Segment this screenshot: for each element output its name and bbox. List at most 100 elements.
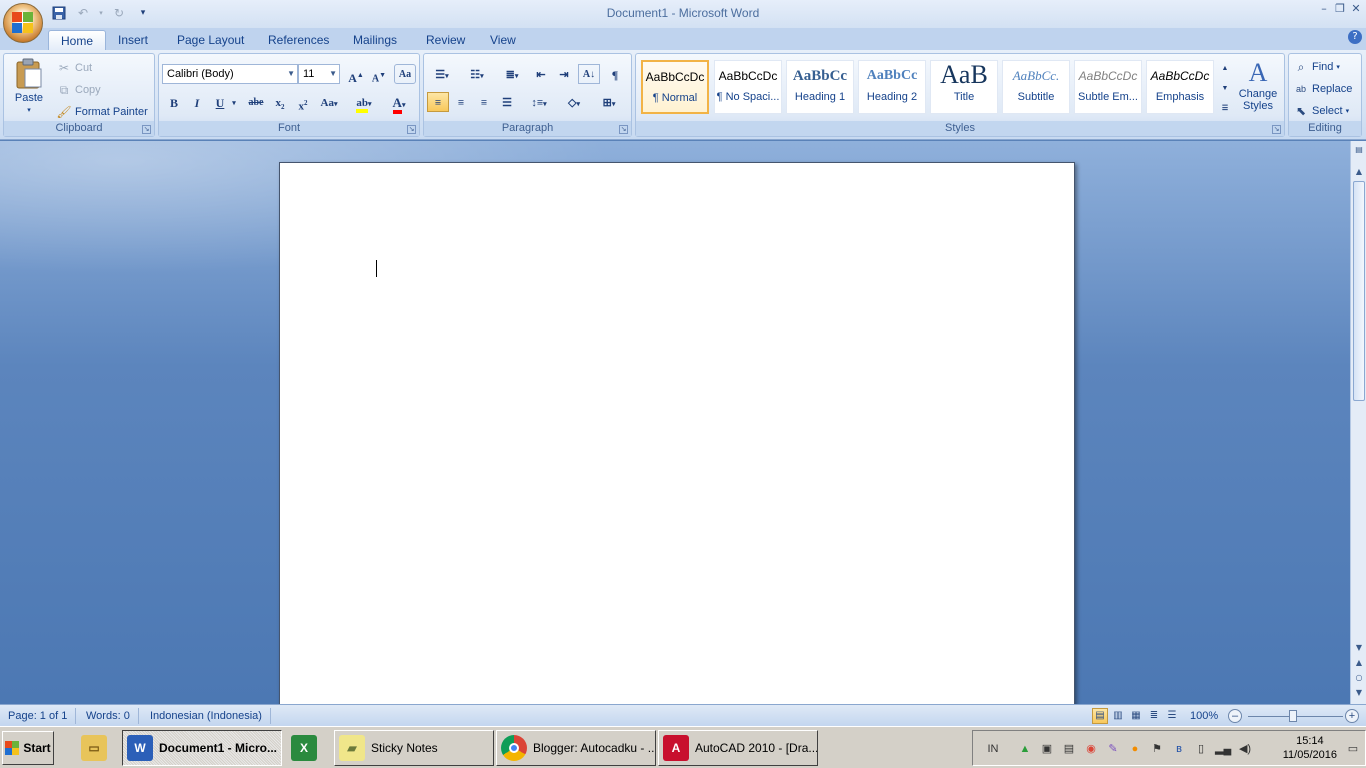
full-screen-reading-icon[interactable]: ▥ — [1110, 708, 1126, 724]
print-layout-icon[interactable]: ▤ — [1092, 708, 1108, 724]
power-icon[interactable]: ▯ — [1193, 741, 1209, 757]
align-right-icon[interactable]: ≡ — [473, 92, 495, 112]
style-heading-2[interactable]: AaBbCc Heading 2 — [858, 60, 926, 114]
paragraph-launcher-icon[interactable]: ↘ — [619, 125, 628, 134]
avast-icon[interactable]: ● — [1127, 741, 1143, 757]
tab-home[interactable]: Home — [48, 30, 107, 50]
tab-insert[interactable]: Insert — [106, 30, 160, 50]
style-normal[interactable]: AaBbCcDc ¶ Normal — [641, 60, 709, 114]
bluetooth-icon[interactable]: ʙ — [1171, 741, 1187, 757]
sort-icon[interactable]: A↓ — [578, 64, 600, 84]
select-browse-object-icon[interactable]: ○ — [1351, 671, 1366, 685]
chrome-tray-icon[interactable]: ◉ — [1083, 741, 1099, 757]
change-styles-button[interactable]: A Change Styles — [1235, 58, 1281, 112]
style-heading-1[interactable]: AaBbCc Heading 1 — [786, 60, 854, 114]
word-count[interactable]: Words: 0 — [86, 708, 139, 724]
clear-formatting-icon[interactable]: Aa — [394, 64, 416, 84]
quicklaunch-excel[interactable]: X — [286, 730, 326, 766]
show-desktop-icon[interactable]: ▭ — [1345, 741, 1361, 757]
tab-review[interactable]: Review — [414, 30, 477, 50]
next-page-icon[interactable]: ▼ — [1351, 686, 1366, 700]
align-center-icon[interactable]: ≡ — [450, 92, 472, 112]
find-button[interactable]: ⌕ Find ▾ — [1293, 59, 1340, 75]
draft-icon[interactable]: ☰ — [1164, 708, 1180, 724]
flag-icon[interactable]: ⚑ — [1149, 741, 1165, 757]
app-tray-icon[interactable]: ✎ — [1105, 741, 1121, 757]
tab-view[interactable]: View — [478, 30, 528, 50]
style-emphasis[interactable]: AaBbCcDc Emphasis — [1146, 60, 1214, 114]
restore-icon[interactable]: ❐ — [1332, 2, 1348, 16]
italic-icon[interactable]: I — [186, 92, 208, 112]
styles-scroll-up-icon[interactable]: ▲ — [1218, 58, 1232, 76]
start-button[interactable]: Start — [2, 731, 54, 765]
clipboard-launcher-icon[interactable]: ↘ — [142, 125, 151, 134]
scroll-down-icon[interactable]: ▼ — [1351, 641, 1366, 655]
minimize-icon[interactable]: – — [1316, 2, 1332, 16]
select-button[interactable]: ⬉ Select ▾ — [1293, 103, 1349, 119]
help-icon[interactable]: ? — [1348, 30, 1362, 44]
taskbar-autocad[interactable]: A AutoCAD 2010 - [Dra... — [658, 730, 818, 766]
change-case-icon[interactable]: Aa▾ — [316, 92, 342, 112]
web-layout-icon[interactable]: ▦ — [1128, 708, 1144, 724]
monitor-icon[interactable]: ▣ — [1039, 741, 1055, 757]
vertical-scrollbar[interactable]: ▤ ▲ ▼ ▲ ○ ▼ — [1350, 141, 1366, 704]
zoom-in-icon[interactable]: + — [1345, 709, 1359, 723]
line-spacing-icon[interactable]: ↕≡▾ — [524, 92, 554, 112]
justify-icon[interactable]: ☰ — [496, 92, 518, 112]
taskbar-sticky-notes[interactable]: ▰ Sticky Notes — [334, 730, 494, 766]
font-family-combo[interactable]: Calibri (Body) ▼ — [162, 64, 298, 84]
text-highlight-icon[interactable]: ab▾ — [349, 92, 379, 113]
grow-font-icon[interactable]: A▲ — [345, 64, 367, 85]
styles-more-icon[interactable]: ☰ — [1218, 98, 1232, 116]
computer-icon[interactable]: ▤ — [1061, 741, 1077, 757]
language-indicator[interactable]: Indonesian (Indonesia) — [150, 708, 271, 724]
quicklaunch-explorer[interactable]: ▭ — [76, 730, 116, 766]
align-left-icon[interactable]: ≡ — [427, 92, 449, 112]
replace-button[interactable]: ab Replace — [1293, 81, 1352, 97]
cut-button[interactable]: ✂ Cut — [56, 60, 92, 76]
zoom-level[interactable]: 100% — [1190, 708, 1226, 724]
strikethrough-icon[interactable]: abe — [245, 92, 267, 112]
style-no-spacing[interactable]: AaBbCcDc ¶ No Spaci... — [714, 60, 782, 114]
page-count[interactable]: Page: 1 of 1 — [8, 708, 77, 724]
decrease-indent-icon[interactable]: ⇤ — [530, 64, 552, 84]
taskbar-word[interactable]: W Document1 - Micro... — [122, 730, 282, 766]
outline-icon[interactable]: ≣ — [1146, 708, 1162, 724]
styles-launcher-icon[interactable]: ↘ — [1272, 125, 1281, 134]
volume-icon[interactable]: ◀) — [1237, 741, 1253, 757]
bullets-icon[interactable]: ☰▾ — [427, 64, 457, 84]
font-launcher-icon[interactable]: ↘ — [407, 125, 416, 134]
borders-icon[interactable]: ⊞▾ — [594, 92, 624, 112]
paste-button[interactable]: Paste ▾ — [10, 58, 48, 114]
multilevel-list-icon[interactable]: ≣▾ — [497, 64, 527, 84]
superscript-icon[interactable]: x2 — [292, 92, 314, 113]
tab-mailings[interactable]: Mailings — [341, 30, 409, 50]
close-icon[interactable]: ✕ — [1348, 2, 1364, 16]
subscript-icon[interactable]: x2 — [269, 92, 291, 112]
numbering-icon[interactable]: ☷▾ — [462, 64, 492, 84]
style-subtitle[interactable]: AaBbCc. Subtitle — [1002, 60, 1070, 114]
document-page[interactable] — [279, 162, 1075, 704]
zoom-slider-thumb[interactable] — [1289, 710, 1297, 722]
underline-icon[interactable]: U — [209, 92, 231, 112]
shading-icon[interactable]: ◇▾ — [559, 92, 589, 112]
bold-icon[interactable]: B — [163, 92, 185, 112]
ruler-toggle-icon[interactable]: ▤ — [1351, 143, 1366, 157]
previous-page-icon[interactable]: ▲ — [1351, 656, 1366, 670]
tab-references[interactable]: References — [256, 30, 341, 50]
office-button[interactable] — [3, 3, 43, 43]
clock[interactable]: 15:14 11/05/2016 — [1283, 734, 1337, 762]
style-title[interactable]: AaB Title — [930, 60, 998, 114]
taskbar-chrome[interactable]: Blogger: Autocadku - ... — [496, 730, 656, 766]
scroll-up-icon[interactable]: ▲ — [1351, 165, 1366, 179]
autocad-tray-icon[interactable]: ▲ — [1017, 741, 1033, 757]
shrink-font-icon[interactable]: A▼ — [368, 64, 390, 84]
zoom-out-icon[interactable]: – — [1228, 709, 1242, 723]
copy-button[interactable]: ⧉ Copy — [56, 82, 101, 98]
underline-dropdown-icon[interactable]: ▾ — [229, 92, 239, 112]
language-indicator-tray[interactable]: IN — [983, 741, 1003, 757]
increase-indent-icon[interactable]: ⇥ — [553, 64, 575, 84]
scroll-thumb[interactable] — [1353, 181, 1365, 401]
style-subtle-emphasis[interactable]: AaBbCcDc Subtle Em... — [1074, 60, 1142, 114]
styles-scroll-down-icon[interactable]: ▼ — [1218, 78, 1232, 96]
